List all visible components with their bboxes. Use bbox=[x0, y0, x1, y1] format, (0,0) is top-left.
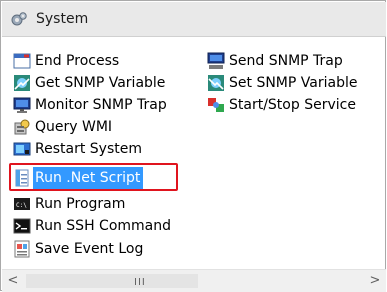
scroll-left-button[interactable]: < bbox=[2, 270, 24, 292]
terminal-icon bbox=[13, 217, 31, 235]
scrollbar-thumb[interactable]: III bbox=[26, 274, 198, 288]
actions-panel: System End Process Get SNMP Variable Mon… bbox=[0, 0, 386, 292]
svg-text:C:\: C:\ bbox=[16, 202, 27, 209]
gear-cluster-icon bbox=[10, 11, 28, 29]
send-trap-icon bbox=[207, 52, 225, 70]
event-log-icon bbox=[13, 240, 31, 258]
console-icon: C:\ bbox=[13, 195, 31, 213]
window-close-icon bbox=[13, 52, 31, 70]
scroll-right-button[interactable]: > bbox=[364, 270, 386, 292]
highlight-box bbox=[9, 163, 178, 191]
snmp-get-icon bbox=[13, 74, 31, 92]
service-icon bbox=[207, 96, 225, 114]
wmi-query-icon bbox=[13, 118, 31, 136]
snmp-set-icon bbox=[207, 74, 225, 92]
restart-icon bbox=[13, 140, 31, 158]
group-header[interactable]: System bbox=[2, 2, 386, 37]
scrollbar-grip: III bbox=[134, 277, 146, 288]
group-title: System bbox=[36, 11, 89, 27]
monitor-trap-icon bbox=[13, 96, 31, 114]
horizontal-scrollbar[interactable]: < III > bbox=[2, 269, 386, 292]
